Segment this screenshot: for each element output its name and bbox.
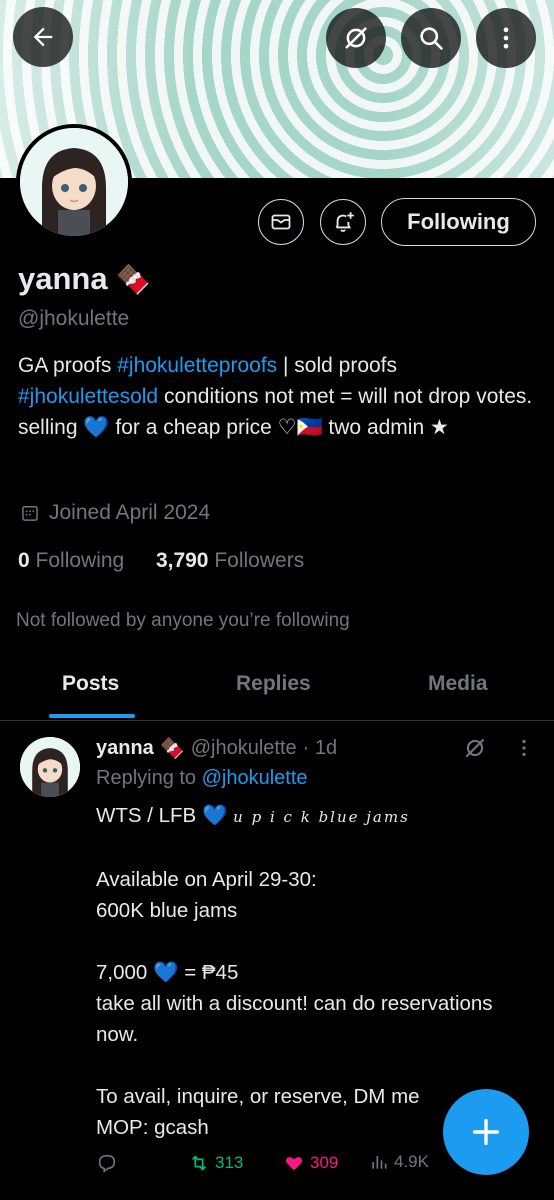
- followers-label: Followers: [214, 549, 305, 572]
- plus-icon: [472, 1118, 500, 1146]
- search-button[interactable]: [401, 8, 461, 68]
- notifications-button[interactable]: [320, 199, 366, 245]
- follow-stats: 0 Following 3,790 Followers: [18, 549, 304, 573]
- grok-button[interactable]: [326, 8, 386, 68]
- grok-icon: [465, 738, 485, 758]
- bell-plus-icon: [335, 212, 354, 232]
- display-name-text: yanna: [18, 261, 108, 296]
- view-count: 4.9K: [394, 1152, 429, 1171]
- not-followed-note: Not followed by anyone you’re following: [16, 610, 350, 631]
- replying-handle-link[interactable]: @jhokulette: [202, 767, 308, 789]
- retweet-count: 313: [215, 1153, 244, 1172]
- back-arrow-icon: [33, 27, 53, 47]
- following-count: 0: [18, 549, 30, 572]
- post-avatar[interactable]: [20, 737, 80, 797]
- replying-to: Replying to @jhokulette: [96, 767, 308, 790]
- bio-text: for a cheap price ♡🇵🇭 two admin ★: [109, 416, 449, 439]
- heart-icon: [285, 1157, 303, 1171]
- replying-prefix: Replying to: [96, 767, 202, 789]
- post-more-button[interactable]: [513, 735, 535, 766]
- tab-media[interactable]: Media: [428, 672, 488, 696]
- post-time: · 1d: [302, 737, 338, 759]
- blue-heart-emoji: 💙: [83, 416, 110, 439]
- chocolate-emoji: 🍫: [115, 263, 151, 295]
- next-post-cutoff: [96, 1192, 516, 1200]
- views-button[interactable]: 4.9K: [369, 1152, 429, 1172]
- hashtag-link[interactable]: #jhokulettesold: [18, 385, 158, 408]
- bar-chart-icon: [372, 1156, 387, 1169]
- following-label: Following: [35, 549, 125, 572]
- envelope-icon: [271, 214, 291, 230]
- fancy-text: u p i c k blue jams: [233, 808, 410, 826]
- active-tab-indicator: [49, 714, 135, 718]
- post-text: WTS / LFB 💙 u p i c k blue jams Availabl…: [96, 800, 516, 1143]
- reply-icon: [98, 1154, 116, 1173]
- avatar-illustration: [20, 737, 80, 797]
- tab-replies[interactable]: Replies: [236, 672, 311, 696]
- joined-date: Joined April 2024: [20, 501, 210, 525]
- like-button[interactable]: 309: [283, 1152, 338, 1174]
- hashtag-link[interactable]: #jhokuletteproofs: [117, 354, 277, 377]
- post-body-text: Available on April 29-30: 600K blue jams…: [96, 868, 493, 1139]
- post-header: yanna 🍫 @jhokulette · 1d: [96, 736, 337, 761]
- post-grok-button[interactable]: [462, 735, 488, 766]
- search-icon: [420, 27, 443, 50]
- blue-heart-emoji: 💙: [201, 804, 228, 827]
- retweet-icon: [191, 1155, 207, 1171]
- reply-button[interactable]: [96, 1152, 118, 1174]
- back-button[interactable]: [13, 7, 73, 67]
- profile-tabs: Posts Replies Media: [0, 650, 554, 721]
- following-button[interactable]: Following: [381, 198, 536, 246]
- avatar-illustration: [20, 128, 128, 236]
- bio-text: | sold proofs: [277, 354, 398, 377]
- like-count: 309: [310, 1153, 339, 1172]
- chocolate-emoji: 🍫: [159, 738, 185, 760]
- more-options-button[interactable]: [476, 8, 536, 68]
- followers-count: 3,790: [155, 549, 209, 572]
- post-author-name[interactable]: yanna: [96, 737, 154, 760]
- post-author-handle[interactable]: @jhokulette: [191, 737, 297, 760]
- compose-post-button[interactable]: [443, 1089, 529, 1175]
- message-button[interactable]: [258, 199, 304, 245]
- user-handle: @jhokulette: [18, 307, 130, 330]
- grok-icon: [345, 27, 367, 49]
- joined-text: Joined April 2024: [49, 501, 211, 524]
- more-vertical-icon: [522, 739, 526, 757]
- post-line1-prefix: WTS / LFB: [96, 804, 202, 827]
- profile-bio: GA proofs #jhokuletteproofs | sold proof…: [18, 350, 538, 443]
- following-stat[interactable]: 0 Following: [18, 549, 124, 572]
- display-name: yanna 🍫: [18, 261, 150, 297]
- tab-posts[interactable]: Posts: [62, 672, 119, 696]
- profile-avatar[interactable]: [20, 128, 128, 236]
- followers-stat[interactable]: 3,790 Followers: [156, 549, 304, 572]
- bio-text: GA proofs: [18, 354, 118, 377]
- more-vertical-icon: [503, 27, 509, 49]
- retweet-button[interactable]: 313: [188, 1152, 243, 1174]
- calendar-icon: [22, 505, 38, 521]
